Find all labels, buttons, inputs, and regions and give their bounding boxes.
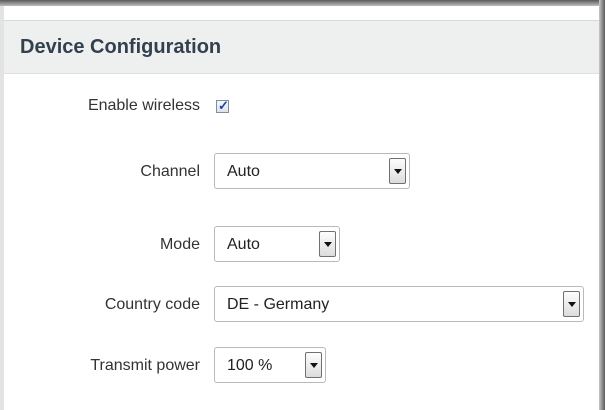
chevron-down-icon[interactable] — [305, 352, 322, 378]
mode-select[interactable]: Auto — [214, 226, 340, 262]
transmit-power-value: 100 % — [227, 357, 273, 374]
country-code-select[interactable]: DE - Germany — [214, 286, 584, 322]
device-configuration-panel: Device Configuration Enable wireless ✓ C… — [4, 6, 599, 410]
country-code-value: DE - Germany — [227, 296, 330, 313]
transmit-power-select[interactable]: 100 % — [214, 347, 326, 383]
chevron-down-icon[interactable] — [389, 158, 406, 184]
channel-select[interactable]: Auto — [214, 153, 410, 189]
transmit-power-label: Transmit power — [90, 357, 200, 374]
channel-label: Channel — [140, 163, 200, 180]
chevron-down-icon[interactable] — [563, 291, 580, 317]
chevron-down-icon[interactable] — [319, 231, 336, 257]
channel-value: Auto — [227, 163, 260, 180]
mode-value: Auto — [227, 236, 260, 253]
checkmark-icon: ✓ — [218, 98, 229, 113]
mode-label: Mode — [159, 236, 200, 253]
window-shadow-right — [599, 0, 605, 410]
section-header: Device Configuration — [4, 20, 599, 74]
country-code-label: Country code — [104, 296, 200, 313]
enable-wireless-checkbox[interactable]: ✓ — [216, 98, 229, 113]
section-title: Device Configuration — [20, 36, 222, 58]
enable-wireless-label: Enable wireless — [87, 97, 200, 114]
device-configuration-window: Device Configuration Enable wireless ✓ C… — [0, 0, 605, 410]
